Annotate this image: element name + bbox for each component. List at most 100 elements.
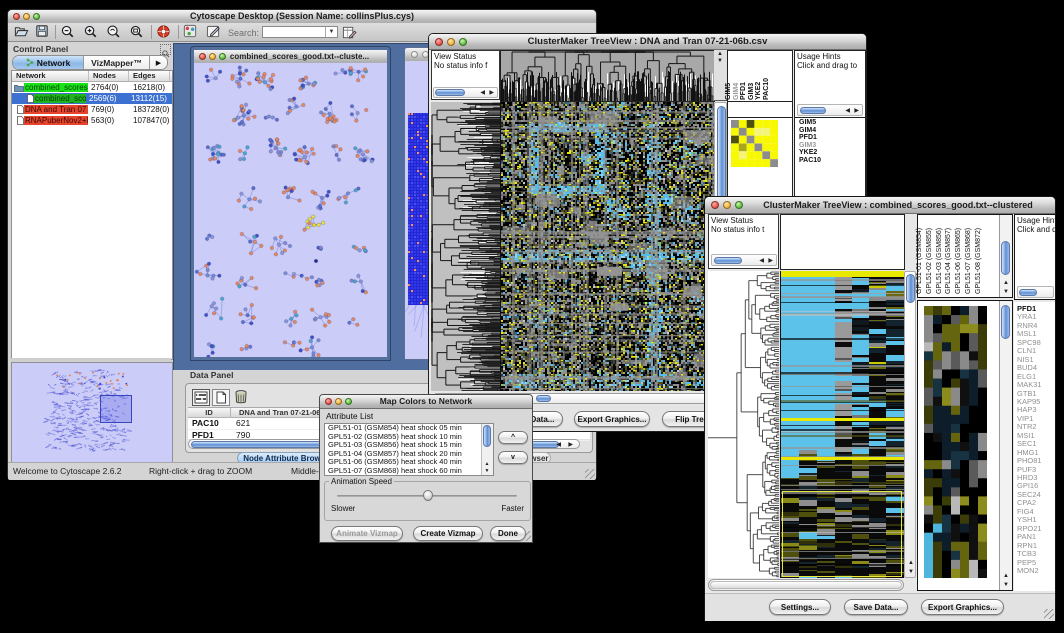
search-input[interactable]: ▼ <box>262 26 338 38</box>
attribute-list[interactable]: GPL51-01 (GSM854) heat shock 05 minGPL51… <box>324 423 494 476</box>
minimize-button[interactable] <box>23 13 30 20</box>
network-window-1[interactable]: combined_scores_good.txt--cluste... <box>191 47 390 360</box>
scroll-left-arrow[interactable]: ◀ <box>845 108 850 114</box>
attr-col-header-id[interactable]: ID <box>188 408 231 417</box>
minimize-button[interactable] <box>447 38 455 46</box>
scrollbar-thumb[interactable] <box>710 581 902 589</box>
tv2-heatmap-hscrollbar[interactable] <box>708 579 904 591</box>
scroll-right-arrow[interactable]: ▶ <box>568 442 573 448</box>
zoom-fit-icon[interactable] <box>129 24 145 40</box>
minimize-button[interactable] <box>335 398 342 405</box>
attribute-list-item[interactable]: GPL51-01 (GSM854) heat shock 05 min <box>325 424 482 433</box>
tv2-save-data-button[interactable]: Save Data... <box>844 599 908 615</box>
zoom-button[interactable] <box>459 38 467 46</box>
open-folder-icon[interactable] <box>14 24 30 40</box>
tv2-heatmap-vscrollbar[interactable]: ▲ ▼ <box>904 271 916 578</box>
tv1-status-hscrollbar[interactable]: ◀ ▶ <box>433 87 498 98</box>
tv2-hints-hscrollbar[interactable] <box>1017 286 1054 298</box>
scrollbar-thumb[interactable] <box>1019 289 1037 296</box>
scroll-left-arrow[interactable]: ◀ <box>759 258 764 264</box>
treeview1-titlebar[interactable]: ClusterMaker TreeView : DNA and Tran 07-… <box>429 34 866 50</box>
scrollbar-thumb[interactable] <box>906 274 915 303</box>
tv1-heatmap[interactable] <box>500 102 714 391</box>
tab-vizmapper[interactable]: VizMapper™ <box>84 56 150 69</box>
zoom-button[interactable] <box>735 201 743 209</box>
tv2-heatmap[interactable] <box>780 271 904 578</box>
scroll-left-arrow[interactable]: ◀ <box>480 90 485 96</box>
vizmapper-ring-icon[interactable] <box>156 24 172 40</box>
zoom-button[interactable] <box>345 398 352 405</box>
tv1-dendro-down-arrow[interactable]: ▼ <box>717 58 723 64</box>
scroll-up-arrow[interactable]: ▲ <box>1003 573 1009 579</box>
slider-thumb[interactable] <box>423 490 433 501</box>
delete-attribute-icon[interactable] <box>233 389 249 404</box>
annotation-icon[interactable] <box>206 24 222 40</box>
network-view-1[interactable] <box>194 63 387 357</box>
attribute-list-item[interactable]: GPL51-02 (GSM855) heat shock 10 min <box>325 433 482 442</box>
tv1-dendro-up-arrow[interactable]: ▲ <box>717 51 723 57</box>
scrollbar-thumb[interactable] <box>1001 305 1010 339</box>
scrollbar-thumb[interactable] <box>800 107 826 114</box>
tv2-zoom-vscrollbar[interactable]: ▲ ▼ <box>999 301 1012 590</box>
cytoscape-titlebar[interactable]: Cytoscape Desktop (Session Name: collins… <box>8 10 596 24</box>
tv1-zoom-heatmap[interactable] <box>731 120 778 167</box>
tv2-resize-grip[interactable] <box>1044 609 1054 619</box>
tv2-row-dendrogram[interactable] <box>708 271 779 578</box>
scroll-up-arrow[interactable]: ▲ <box>908 560 914 566</box>
zoom-selected-icon[interactable] <box>106 24 122 40</box>
network-window-1-titlebar[interactable]: combined_scores_good.txt--cluste... <box>194 50 387 64</box>
tab-network[interactable]: Network <box>13 56 84 69</box>
tv2-status-hscrollbar[interactable]: ◀ ▶ <box>711 254 777 266</box>
network-table-row[interactable]: combined_sco2569(6)13112(15) <box>12 93 172 104</box>
attribute-list-item[interactable]: GPL51-03 (GSM856) heat shock 15 min <box>325 441 482 450</box>
network-table-row[interactable]: DNA and Tran 07769(0)183728(0) <box>12 104 172 115</box>
scrollbar-thumb[interactable] <box>483 425 491 447</box>
create-vizmap-button[interactable]: Create Vizmap <box>413 526 483 541</box>
tab-overflow-arrow[interactable]: ▶ <box>150 56 167 69</box>
tv1-export-graphics-button[interactable]: Export Graphics... <box>574 411 650 427</box>
animate-vizmap-button[interactable]: Animate Vizmap <box>331 526 403 541</box>
dialog-titlebar[interactable]: Map Colors to Network <box>320 395 532 409</box>
zoom-button[interactable] <box>33 13 40 20</box>
node-appearance-icon[interactable] <box>183 24 199 40</box>
scrollbar-thumb[interactable] <box>714 257 742 264</box>
attribute-list-item[interactable]: GPL51-04 (GSM857) heat shock 20 min <box>325 450 482 459</box>
scroll-right-arrow[interactable]: ▶ <box>854 108 859 114</box>
scroll-down-arrow[interactable]: ▼ <box>485 469 490 474</box>
scroll-up-arrow[interactable]: ▲ <box>1003 280 1009 286</box>
network-table-header[interactable]: Nodes <box>89 71 129 81</box>
scroll-down-arrow[interactable]: ▼ <box>1003 582 1009 588</box>
done-button[interactable]: Done <box>490 526 526 541</box>
save-icon[interactable] <box>35 24 51 40</box>
minimize-button[interactable] <box>723 201 731 209</box>
close-button[interactable] <box>199 53 206 60</box>
search-dropdown-arrow[interactable]: ▼ <box>325 27 337 37</box>
scroll-down-arrow[interactable]: ▼ <box>908 569 914 575</box>
zoom-button[interactable] <box>219 53 226 60</box>
tv2-export-graphics-button[interactable]: Export Graphics... <box>921 599 1004 615</box>
tv2-col-labels-vscrollbar[interactable]: ▲ ▼ <box>999 215 1012 297</box>
zoom-in-icon[interactable] <box>83 24 99 40</box>
close-button[interactable] <box>325 398 332 405</box>
scroll-left-arrow[interactable]: ◀ <box>556 442 561 448</box>
close-button[interactable] <box>411 51 418 58</box>
tv1-row-dendrogram[interactable] <box>431 102 500 391</box>
new-attribute-icon[interactable] <box>212 389 230 406</box>
network-table-row[interactable]: RNAPuberNov2+N563(0)107847(0) <box>12 115 172 126</box>
select-attributes-icon[interactable] <box>192 389 210 406</box>
network-overview-panel[interactable] <box>11 362 173 464</box>
resize-grip[interactable] <box>585 469 595 479</box>
network-table-row[interactable]: combined_scores_2764(0)16218(0) <box>12 82 172 93</box>
scrollbar-thumb[interactable] <box>435 89 465 96</box>
attribute-list-vscrollbar[interactable]: ▲ ▼ <box>481 424 493 475</box>
scroll-down-arrow[interactable]: ▼ <box>1003 289 1009 295</box>
attribute-list-item[interactable]: GPL51-06 (GSM865) heat shock 40 min <box>325 458 482 467</box>
zoom-out-icon[interactable] <box>60 24 76 40</box>
treeview2-titlebar[interactable]: ClusterMaker TreeView : combined_scores_… <box>705 197 1055 214</box>
tv1-column-dendrogram[interactable] <box>500 50 715 102</box>
move-up-button[interactable]: ^ <box>498 431 528 444</box>
network-table-header[interactable]: Edges <box>129 71 170 81</box>
scrollbar-thumb[interactable] <box>1001 241 1010 275</box>
scrollbar-thumb[interactable] <box>536 395 551 402</box>
attribute-list-item[interactable]: GPL51-07 (GSM868) heat shock 60 min <box>325 467 482 476</box>
